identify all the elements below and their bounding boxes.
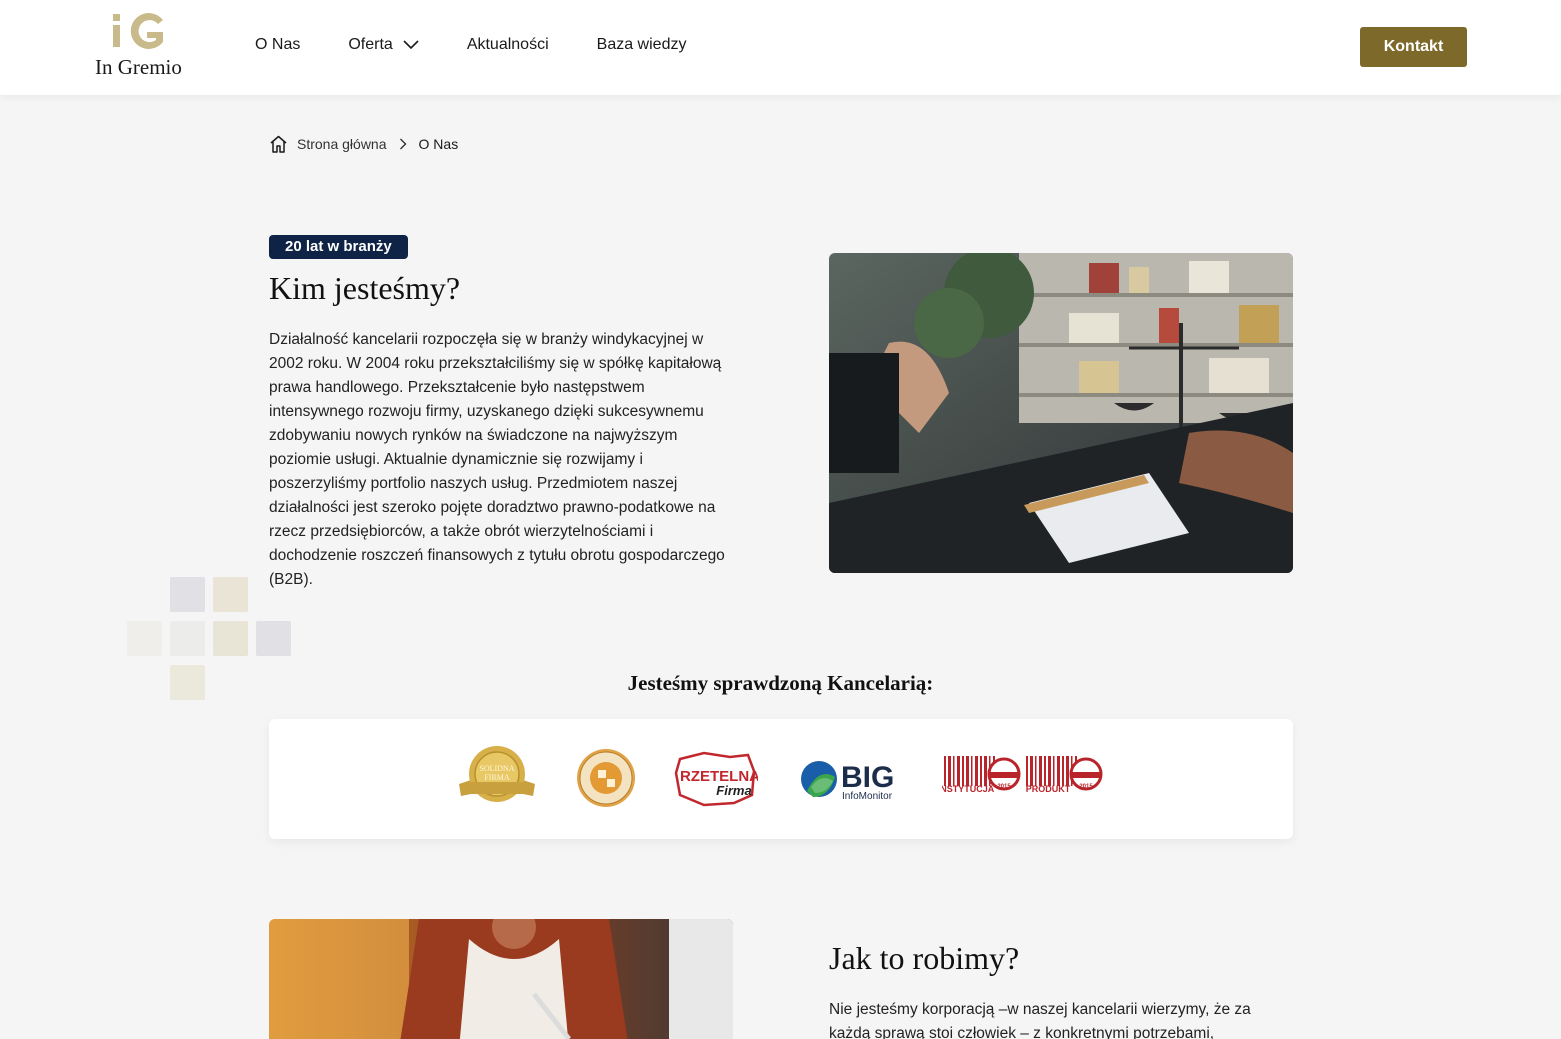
contact-button[interactable]: Kontakt — [1360, 27, 1467, 67]
firma-text: Firma — [716, 783, 751, 798]
solidna-text: SOLIDNA — [479, 764, 514, 773]
about-line: poziomie usługi. Aktualnie dynamicznie s… — [269, 451, 643, 468]
decorative-square — [170, 621, 205, 656]
about-line: poszerzyliśmy portfolio naszych usług. P… — [269, 475, 678, 492]
about-line: działalności jest szeroko pojęte doradzt… — [269, 499, 716, 516]
nav-item-label: Baza wiedzy — [596, 36, 687, 53]
chevron-down-icon — [403, 40, 419, 50]
solidna-firma-badge-icon: SOLIDNA FIRMA — [459, 746, 535, 802]
years-badge: 20 lat w branży — [269, 235, 408, 259]
chevron-right-icon — [399, 138, 407, 150]
about-line: zdobywaniu nowych rynków na świadczone n… — [269, 427, 678, 444]
about-title: Kim jesteśmy? — [269, 270, 461, 306]
logo-mark-icon — [113, 13, 163, 49]
nav-item-baza-wiedzy[interactable]: Baza wiedzy — [597, 36, 687, 54]
firma-text: FIRMA — [484, 773, 510, 782]
instytucja-badge-icon: 2015 INSTYTUCJA — [942, 756, 1021, 794]
about-line: (B2B). — [269, 571, 313, 588]
decorative-square — [213, 577, 248, 612]
consultation-photo — [269, 919, 733, 1039]
nav-item-label: Aktualności — [466, 36, 549, 53]
about-line: rzecz przedsiębiorców, a także obrót wie… — [269, 523, 654, 540]
brand-name: In Gremio — [95, 55, 182, 79]
about-line: intensywnego rozwoju firmy, uzyskanego d… — [269, 403, 704, 420]
breadcrumb: Strona główna O Nas — [269, 135, 458, 153]
infomonitor-text: InfoMonitor — [842, 791, 893, 802]
about-line: prawa handlowego. Przekształcenie było n… — [269, 379, 645, 396]
lawyer-desk-photo — [829, 253, 1293, 573]
home-icon[interactable] — [269, 135, 288, 153]
trust-badges-panel: SOLIDNA FIRMA RZETELNA Firma BIG InfoMon… — [269, 719, 1293, 839]
nav-item-label: O Nas — [255, 36, 301, 53]
decorative-square — [256, 621, 291, 656]
big-infomonitor-badge-icon: BIG InfoMonitor — [801, 761, 894, 802]
about-line: Działalność kancelarii rozpoczęła się w … — [269, 331, 704, 348]
breadcrumb-current: O Nas — [418, 136, 459, 152]
produkt-badge-icon: 2015 PRODUKT — [1026, 756, 1103, 794]
breadcrumb-home-link[interactable]: Strona główna — [297, 136, 387, 152]
logo[interactable]: In Gremio — [95, 10, 195, 80]
jak-title: Jak to robimy? — [829, 940, 1020, 976]
nav-item-aktualnosci[interactable]: Aktualności — [467, 36, 549, 54]
produkt-year-text: 2015 — [1079, 784, 1093, 790]
jak-line: każdą sprawą stoi człowiek – z konkretny… — [829, 1025, 1215, 1039]
main-nav: O Nas Oferta Aktualności Baza wiedzy — [255, 36, 734, 54]
jak-line: Nie jesteśmy korporacją –w naszej kancel… — [829, 1001, 1251, 1018]
decorative-square — [170, 577, 205, 612]
site-header: In Gremio O Nas Oferta Aktualności Baza … — [0, 0, 1561, 95]
big-text: BIG — [841, 761, 894, 794]
instytucja-year-text: 2015 — [997, 784, 1011, 790]
trust-title: Jesteśmy sprawdzoną Kancelarią: — [627, 671, 934, 695]
about-line: 2002 roku. W 2004 roku przekształciliśmy… — [269, 355, 722, 372]
nav-item-o-nas[interactable]: O Nas — [255, 36, 300, 54]
nav-item-label: Oferta — [348, 36, 393, 53]
instytucja-text: INSTYTUCJA — [942, 784, 995, 794]
about-line: dochodzenie roszczeń finansowych z tytuł… — [269, 547, 725, 564]
konsumencki-lider-badge-icon — [577, 749, 635, 807]
produkt-text: PRODUKT — [1026, 784, 1071, 794]
decorative-square — [213, 621, 248, 656]
decorative-square — [127, 621, 162, 656]
nav-item-oferta[interactable]: Oferta — [348, 36, 419, 54]
about-paragraph: Działalność kancelarii rozpoczęła się w … — [269, 328, 739, 592]
rzetelna-firma-badge-icon: RZETELNA Firma — [674, 751, 758, 807]
jak-paragraph: Nie jesteśmy korporacją –w naszej kancel… — [829, 998, 1269, 1039]
